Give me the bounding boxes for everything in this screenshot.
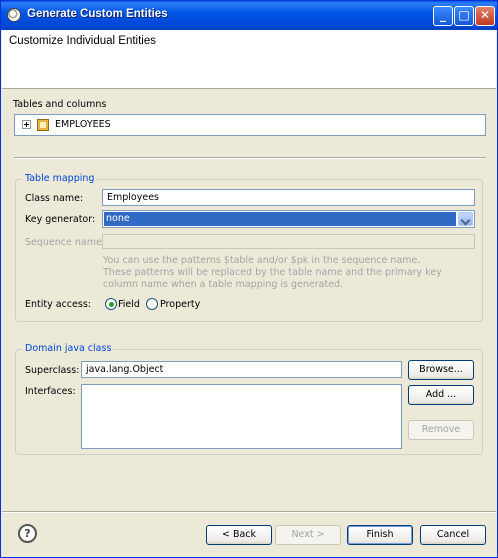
footer-separator — [2, 511, 496, 513]
close-button[interactable]: ✕ — [475, 6, 495, 26]
domain-class-title: Domain java class — [23, 343, 114, 354]
add-interface-button[interactable]: Add ... — [408, 385, 474, 405]
browse-button[interactable]: Browse... — [408, 360, 474, 380]
separator — [14, 157, 486, 159]
cancel-button[interactable]: Cancel — [420, 525, 486, 545]
hint-line-2: These patterns will be replaced by the t… — [103, 267, 442, 278]
sequence-hint: You can use the patterns $table and/or $… — [103, 255, 443, 291]
table-icon — [37, 119, 49, 131]
key-generator-select[interactable]: none — [102, 210, 475, 228]
hint-line-1: You can use the patterns $table and/or $… — [103, 255, 421, 266]
property-radio-label[interactable]: Property — [160, 299, 200, 310]
interfaces-list[interactable] — [81, 384, 402, 449]
help-icon[interactable]: ? — [18, 524, 37, 543]
tables-tree[interactable]: EMPLOYEES — [14, 114, 486, 136]
hint-line-3: column name when a table mapping is gene… — [103, 279, 344, 290]
interfaces-label: Interfaces: — [25, 386, 76, 397]
key-generator-label: Key generator: — [25, 214, 96, 225]
class-name-label: Class name: — [25, 193, 84, 204]
entity-access-label: Entity access: — [25, 299, 91, 310]
title-bar[interactable]: Generate Custom Entities _ □ ✕ — [1, 1, 497, 30]
key-generator-value: none — [104, 212, 456, 226]
chevron-down-icon[interactable] — [458, 212, 473, 226]
tables-label: Tables and columns — [13, 99, 107, 110]
window-title: Generate Custom Entities — [27, 8, 168, 20]
field-radio[interactable] — [105, 298, 117, 310]
remove-interface-button[interactable]: Remove — [408, 420, 474, 440]
superclass-label: Superclass: — [25, 365, 80, 376]
tree-item-employees[interactable]: EMPLOYEES — [55, 119, 111, 130]
eclipse-gear-icon — [7, 8, 21, 22]
sequence-name-field[interactable] — [102, 234, 475, 249]
maximize-button[interactable]: □ — [454, 6, 474, 26]
expand-icon[interactable] — [22, 120, 31, 129]
property-radio[interactable] — [146, 298, 158, 310]
table-mapping-title: Table mapping — [23, 173, 97, 184]
field-radio-label[interactable]: Field — [118, 299, 140, 310]
finish-button[interactable]: Finish — [347, 525, 413, 545]
class-name-field[interactable]: Employees — [102, 189, 475, 206]
back-button[interactable]: < Back — [206, 525, 272, 545]
dialog-window: Generate Custom Entities _ □ ✕ Customize… — [0, 0, 498, 558]
minimize-button[interactable]: _ — [433, 6, 453, 26]
wizard-header: Customize Individual Entities — [2, 30, 496, 89]
next-button[interactable]: Next > — [275, 525, 341, 545]
sequence-name-label: Sequence name: — [25, 237, 106, 248]
page-title: Customize Individual Entities — [9, 35, 157, 47]
superclass-field[interactable]: java.lang.Object — [81, 361, 402, 378]
